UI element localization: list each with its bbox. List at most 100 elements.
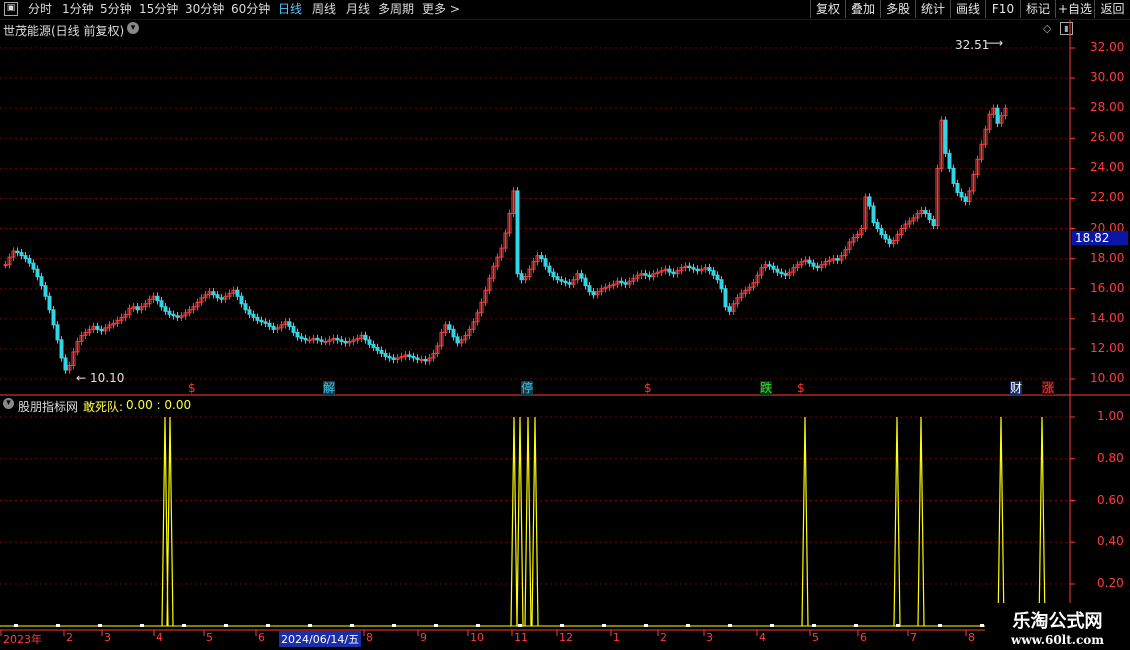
price-tick-label: 24.00 xyxy=(1090,160,1125,175)
high-arrow-icon: ⟶ xyxy=(986,36,1004,50)
candle-body xyxy=(303,337,308,341)
indicator-dot xyxy=(686,624,690,627)
indicator-dot xyxy=(770,624,774,627)
indicator-dot xyxy=(812,624,816,627)
candle-body xyxy=(215,294,220,299)
candle-body xyxy=(647,274,652,278)
candle-body xyxy=(407,354,412,357)
date-tick-label: 2 xyxy=(66,631,73,644)
candle-body xyxy=(559,279,564,282)
indicator-dot xyxy=(308,624,312,627)
candle-body xyxy=(455,336,460,344)
date-tick-label: 5 xyxy=(206,631,213,644)
candle-body xyxy=(171,313,176,317)
candle-body xyxy=(815,265,820,269)
candle-body xyxy=(243,303,248,311)
candle-body xyxy=(591,291,596,296)
candle-body xyxy=(707,267,712,272)
event-marker[interactable]: 涨 xyxy=(1042,381,1055,395)
event-marker[interactable]: 停 xyxy=(521,381,534,395)
candle-body xyxy=(671,271,676,275)
high-price-label: 32.51 xyxy=(955,38,990,52)
candle-body xyxy=(583,277,588,287)
candle-body xyxy=(379,349,384,354)
candle-body xyxy=(167,310,172,315)
event-marker[interactable]: 财 xyxy=(1010,381,1023,395)
indicator-series xyxy=(0,416,1070,627)
candle-body xyxy=(3,264,8,267)
date-tick-label: 12 xyxy=(559,631,573,644)
indicator-dot xyxy=(350,624,354,627)
indicator-dot xyxy=(980,624,984,627)
candle-body xyxy=(287,321,292,327)
candle-body xyxy=(807,259,812,264)
candle-body xyxy=(95,325,100,330)
candle-body xyxy=(715,274,720,281)
price-tick-label: 32.00 xyxy=(1090,40,1125,54)
indicator-spike xyxy=(997,416,1005,627)
indicator-dot xyxy=(434,624,438,627)
candle-body xyxy=(623,282,628,285)
low-price-label: 10.10 xyxy=(90,371,125,385)
indicator-dot xyxy=(224,624,228,627)
event-marker[interactable]: $ xyxy=(797,381,805,395)
candle-body xyxy=(719,279,724,290)
candle-body xyxy=(19,252,24,257)
candle-body xyxy=(923,209,928,214)
indicator-dot xyxy=(14,624,18,627)
event-marker[interactable]: $ xyxy=(188,381,196,395)
candle-body xyxy=(59,339,64,359)
candle-body xyxy=(159,300,164,308)
indicator-dot xyxy=(182,624,186,627)
candle-body xyxy=(667,268,672,273)
candle-body xyxy=(423,358,428,362)
candle-body xyxy=(563,280,568,284)
kline-chart[interactable] xyxy=(0,0,1130,650)
candle-body xyxy=(643,273,648,276)
indicator-spike xyxy=(524,416,532,627)
candle-body xyxy=(15,250,20,254)
indicator-dot xyxy=(56,624,60,627)
candle-body xyxy=(875,222,880,230)
chart-frame xyxy=(0,20,1130,636)
candle-body xyxy=(447,324,452,330)
watermark-url: www.60lt.com xyxy=(1011,633,1104,647)
event-marker[interactable]: 解 xyxy=(323,381,336,395)
indicator-spike xyxy=(893,416,901,627)
indicator-dot xyxy=(392,624,396,627)
date-tick-label: 11 xyxy=(514,631,528,644)
indicator-dot xyxy=(98,624,102,627)
candle-body xyxy=(391,357,396,360)
candle-body xyxy=(271,325,276,330)
watermark-title: 乐淘公式网 xyxy=(1012,611,1103,632)
indicator-tick-label: 0.40 xyxy=(1097,534,1124,549)
indicator-dot xyxy=(266,624,270,627)
candle-body xyxy=(339,339,344,342)
candle-body xyxy=(335,337,340,341)
date-tick-label: 8 xyxy=(968,631,975,644)
price-tick-label: 28.00 xyxy=(1090,100,1125,115)
candle-body xyxy=(567,282,572,285)
price-tick-label: 26.00 xyxy=(1090,130,1125,145)
candle-body xyxy=(555,276,560,281)
candle-body xyxy=(295,331,300,338)
date-tick-label: 2 xyxy=(660,631,667,644)
candle-body xyxy=(211,291,216,296)
candle-body xyxy=(47,295,52,311)
event-marker[interactable]: $ xyxy=(644,381,652,395)
candle-body xyxy=(451,328,456,338)
candle-body xyxy=(239,295,244,305)
candle-body xyxy=(263,321,268,324)
event-marker[interactable]: 跌 xyxy=(760,381,773,395)
indicator-dot xyxy=(938,624,942,627)
candle-body xyxy=(515,190,520,275)
crosshair-date-label: 2024/06/14/五 xyxy=(279,631,362,647)
candle-body xyxy=(63,357,68,371)
watermark: 乐淘公式网 www.60lt.com xyxy=(985,603,1130,650)
candle-body xyxy=(39,276,44,287)
date-tick-label: 10 xyxy=(470,631,484,644)
candle-body xyxy=(695,268,700,272)
indicator-dot xyxy=(140,624,144,627)
candle-body xyxy=(299,336,304,339)
candle-body xyxy=(887,238,892,245)
